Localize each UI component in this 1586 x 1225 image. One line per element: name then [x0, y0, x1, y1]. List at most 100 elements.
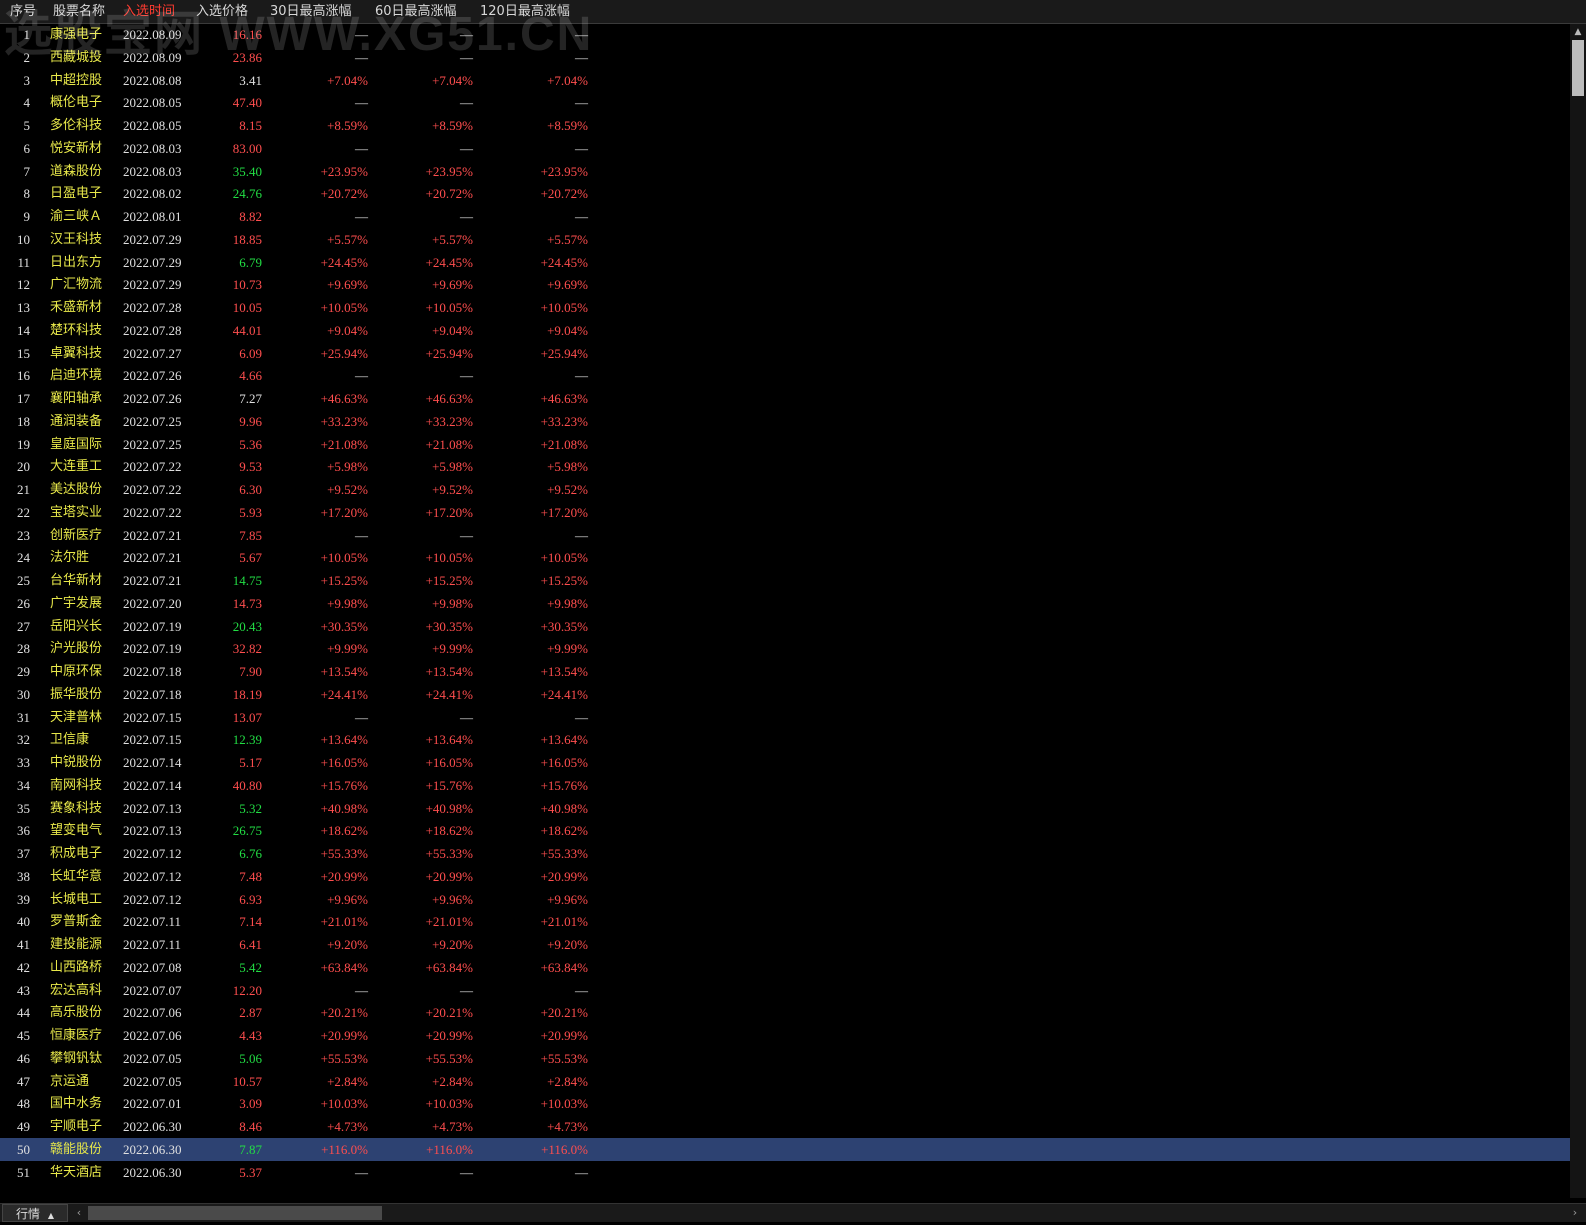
max-gain-60d: — [460, 368, 473, 384]
vertical-scroll-thumb[interactable] [1572, 40, 1584, 96]
horizontal-scroll-thumb[interactable] [88, 1206, 382, 1220]
table-row[interactable]: 29 中原环保 2022.07.18 7.90 +13.54% +13.54% +13.54… [0, 660, 1570, 683]
table-row[interactable]: 40 罗普斯金 2022.07.11 7.14 +21.01% +21.01% +21.01… [0, 910, 1570, 933]
entry-price: 20.43 [232, 618, 262, 634]
max-gain-60d: +5.57% [432, 231, 473, 247]
table-row[interactable]: 44 高乐股份 2022.07.06 2.87 +20.21% +20.21% +20.21… [0, 1001, 1570, 1024]
max-gain-30d: +24.41% [320, 686, 368, 702]
max-gain-120d: — [575, 1164, 588, 1180]
column-header-entry-price[interactable]: 入选价格 [196, 0, 248, 23]
table-row[interactable]: 9 渝三峡Ａ 2022.08.01 8.82 — — — [0, 205, 1570, 228]
table-row[interactable]: 35 赛象科技 2022.07.13 5.32 +40.98% +40.98% +40.98… [0, 797, 1570, 820]
table-row[interactable]: 8 日盈电子 2022.08.02 24.76 +20.72% +20.72% +20.72… [0, 182, 1570, 205]
entry-date: 2022.08.05 [123, 95, 182, 111]
table-row[interactable]: 37 积成电子 2022.07.12 6.76 +55.33% +55.33% +55.33… [0, 842, 1570, 865]
table-row[interactable]: 14 楚环科技 2022.07.28 44.01 +9.04% +9.04% +9.04% [0, 319, 1570, 342]
table-row[interactable]: 48 国中水务 2022.07.01 3.09 +10.03% +10.03% +10.03… [0, 1092, 1570, 1115]
max-gain-60d: +24.45% [425, 254, 473, 270]
stock-name: 中锐股份 [50, 755, 103, 770]
stock-name: 赛象科技 [50, 800, 103, 816]
table-row[interactable]: 30 振华股份 2022.07.18 18.19 +24.41% +24.41% +24.4… [0, 683, 1570, 706]
entry-price: 23.86 [232, 49, 262, 65]
table-row[interactable]: 46 攀钢钒钛 2022.07.05 5.06 +55.53% +55.53% +55.53… [0, 1047, 1570, 1070]
row-index: 50 [17, 1141, 30, 1157]
table-row[interactable]: 11 日出东方 2022.07.29 6.79 +24.45% +24.45% +24.45… [0, 251, 1570, 274]
max-gain-60d: +17.20% [425, 504, 473, 520]
stock-name: 长虹华意 [50, 868, 103, 884]
table-row[interactable]: 42 山西路桥 2022.07.08 5.42 +63.84% +63.84% +63.84… [0, 956, 1570, 979]
table-row[interactable]: 3 中超控股 2022.08.08 3.41 +7.04% +7.04% +7.04% [0, 69, 1570, 92]
table-row[interactable]: 16 启迪环境 2022.07.26 4.66 — — — [0, 364, 1570, 387]
max-gain-30d: — [355, 49, 368, 65]
vertical-scrollbar[interactable]: ▲ [1570, 24, 1586, 1198]
max-gain-60d: +25.94% [425, 345, 473, 361]
scroll-right-arrow-icon[interactable]: › [1568, 1204, 1582, 1222]
entry-price: 5.36 [239, 436, 262, 452]
table-row[interactable]: 20 大连重工 2022.07.22 9.53 +5.98% +5.98% +5.98% [0, 455, 1570, 478]
table-row[interactable]: 17 襄阳轴承 2022.07.26 7.27 +46.63% +46.63% +46.63… [0, 387, 1570, 410]
table-row[interactable]: 39 长城电工 2022.07.12 6.93 +9.96% +9.96% +9.96% [0, 888, 1570, 911]
row-index: 4 [23, 95, 31, 111]
stock-name: 岳阳兴长 [50, 618, 103, 634]
table-row[interactable]: 2 西藏城投 2022.08.09 23.86 — — — [0, 46, 1570, 69]
bottom-bar: 行情 ▲ ‹ › [0, 1203, 1586, 1222]
max-gain-60d: +116.0% [426, 1141, 473, 1157]
stock-name: 国中水务 [50, 1096, 103, 1112]
table-row[interactable]: 47 京运通 2022.07.05 10.57 +2.84% +2.84% +2.84% [0, 1070, 1570, 1093]
table-row[interactable]: 19 皇庭国际 2022.07.25 5.36 +21.08% +21.08% +21.08… [0, 433, 1570, 456]
column-header-max-gain-30d[interactable]: 30日最高涨幅 [270, 0, 352, 23]
scroll-left-arrow-icon[interactable]: ‹ [72, 1204, 86, 1222]
max-gain-60d: +16.05% [425, 755, 473, 770]
table-row[interactable]: 24 法尔胜 2022.07.21 5.67 +10.05% +10.05% +10.05% [0, 546, 1570, 569]
stock-name: 高乐股份 [50, 1005, 103, 1021]
table-row[interactable]: 10 汉王科技 2022.07.29 18.85 +5.57% +5.57% +5.57% [0, 228, 1570, 251]
table-row[interactable]: 4 概伦电子 2022.08.05 47.40 — — — [0, 91, 1570, 114]
table-row[interactable]: 7 道森股份 2022.08.03 35.40 +23.95% +23.95% +23.95… [0, 160, 1570, 183]
max-gain-60d: +21.08% [425, 436, 473, 452]
column-header-max-gain-120d[interactable]: 120日最高涨幅 [480, 0, 570, 23]
table-row[interactable]: 6 悦安新材 2022.08.03 83.00 — — — [0, 137, 1570, 160]
table-row[interactable]: 38 长虹华意 2022.07.12 7.48 +20.99% +20.99% +20.99… [0, 865, 1570, 888]
table-row[interactable]: 12 广汇物流 2022.07.29 10.73 +9.69% +9.69% +9.69% [0, 273, 1570, 296]
table-row[interactable]: 5 多伦科技 2022.08.05 8.15 +8.59% +8.59% +8.59% [0, 114, 1570, 137]
table-row[interactable]: 28 沪光股份 2022.07.19 32.82 +9.99% +9.99% +9.99% [0, 637, 1570, 660]
table-row[interactable]: 21 美达股份 2022.07.22 6.30 +9.52% +9.52% +9.52% [0, 478, 1570, 501]
table-row[interactable]: 50 赣能股份 2022.06.30 7.87 +116.0% +116.0% +116.0… [0, 1137, 1570, 1161]
table-row[interactable]: 13 禾盛新材 2022.07.28 10.05 +10.05% +10.05% +10.0… [0, 296, 1570, 319]
max-gain-120d: +63.84% [540, 959, 588, 975]
column-header-name[interactable]: 股票名称 [53, 0, 105, 23]
stock-name: 望变电气 [50, 823, 103, 839]
table-row[interactable]: 18 通润装备 2022.07.25 9.96 +33.23% +33.23% +33.23… [0, 410, 1570, 433]
table-row[interactable]: 31 天津普林 2022.07.15 13.07 — — — [0, 706, 1570, 729]
table-row[interactable]: 34 南网科技 2022.07.14 40.80 +15.76% +15.76% +15.7… [0, 774, 1570, 797]
stock-name: 西藏城投 [50, 49, 103, 65]
entry-date: 2022.06.30 [123, 1141, 182, 1157]
table-row[interactable]: 1 康强电子 2022.08.09 16.16 — — — [0, 23, 1570, 46]
table-row[interactable]: 32 卫信康 2022.07.15 12.39 +13.64% +13.64% +13.64… [0, 728, 1570, 751]
table-row[interactable]: 45 恒康医疗 2022.07.06 4.43 +20.99% +20.99% +20.99… [0, 1024, 1570, 1047]
table-row[interactable]: 25 台华新材 2022.07.21 14.75 +15.25% +15.25% +15.2… [0, 569, 1570, 592]
entry-price: 7.87 [239, 1141, 262, 1157]
table-row[interactable]: 15 卓翼科技 2022.07.27 6.09 +25.94% +25.94% +25.94… [0, 342, 1570, 365]
max-gain-30d: +13.54% [320, 664, 368, 679]
column-header-entry-date[interactable]: 入选时间 [123, 0, 175, 23]
table-row[interactable]: 22 宝塔实业 2022.07.22 5.93 +17.20% +17.20% +17.20… [0, 501, 1570, 524]
table-row[interactable]: 33 中锐股份 2022.07.14 5.17 +16.05% +16.05% +16.05… [0, 751, 1570, 774]
column-header-max-gain-60d[interactable]: 60日最高涨幅 [375, 0, 457, 23]
table-row[interactable]: 23 创新医疗 2022.07.21 7.85 — — — [0, 524, 1570, 547]
entry-price: 18.85 [232, 231, 262, 247]
table-row[interactable]: 49 宇顺电子 2022.06.30 8.46 +4.73% +4.73% +4.73% [0, 1115, 1570, 1138]
table-row[interactable]: 41 建投能源 2022.07.11 6.41 +9.20% +9.20% +9.20% [0, 933, 1570, 956]
max-gain-120d: +7.04% [547, 72, 588, 88]
max-gain-60d: +46.63% [425, 391, 473, 406]
column-header-index[interactable]: 序号 [10, 0, 36, 23]
stock-name: 道森股份 [50, 163, 103, 179]
table-row[interactable]: 36 望变电气 2022.07.13 26.75 +18.62% +18.62% +18.6… [0, 819, 1570, 842]
table-row[interactable]: 27 岳阳兴长 2022.07.19 20.43 +30.35% +30.35% +30.3… [0, 615, 1570, 638]
tab-quotes[interactable]: 行情 ▲ [2, 1204, 68, 1222]
table-row[interactable]: 43 宏达高科 2022.07.07 12.20 — — — [0, 979, 1570, 1002]
entry-price: 26.75 [232, 823, 262, 839]
table-row[interactable]: 51 华天酒店 2022.06.30 5.37 — — — [0, 1161, 1570, 1184]
scroll-up-arrow-icon[interactable]: ▲ [1570, 24, 1586, 40]
table-row[interactable]: 26 广宇发展 2022.07.20 14.73 +9.98% +9.98% +9.98% [0, 592, 1570, 615]
